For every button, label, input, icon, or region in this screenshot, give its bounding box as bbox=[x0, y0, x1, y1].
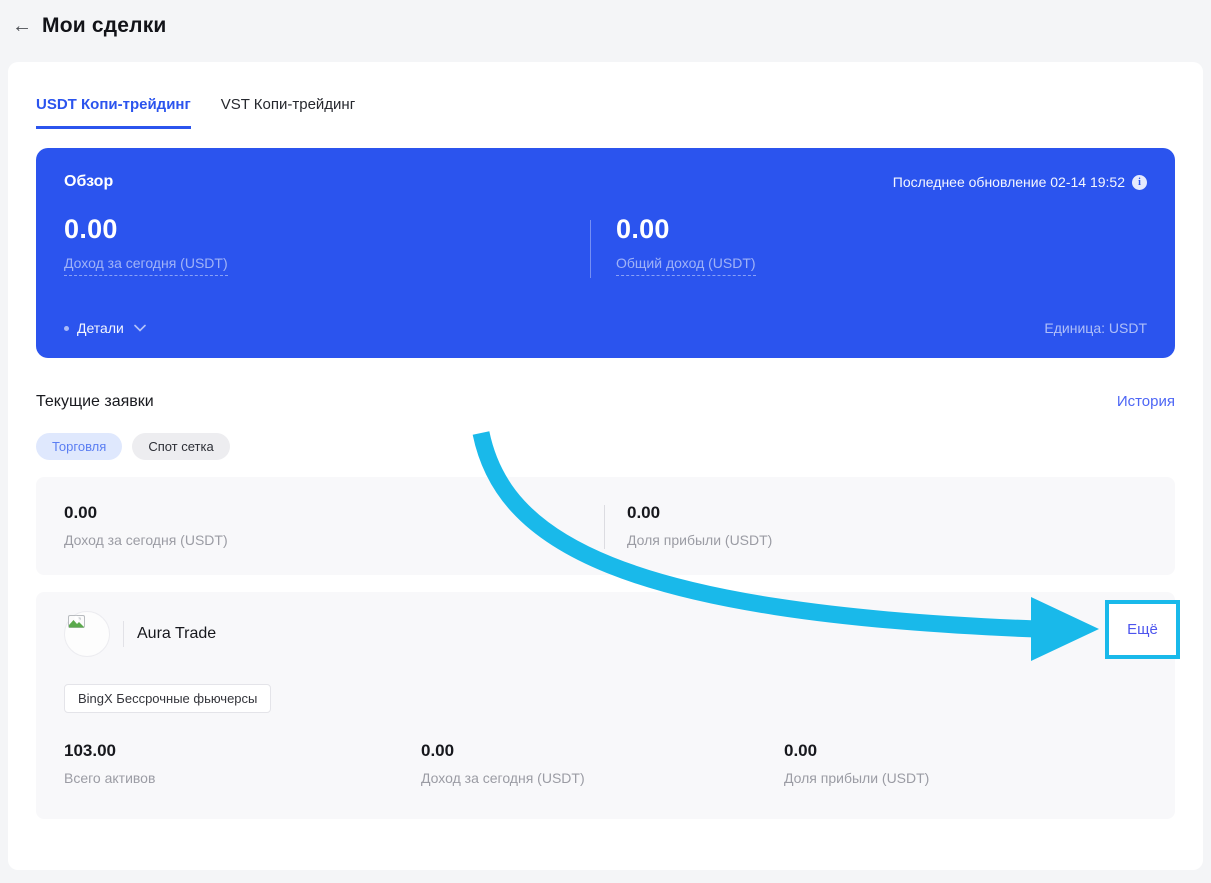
back-icon[interactable]: ← bbox=[12, 16, 32, 36]
stat-value: 0.00 bbox=[627, 503, 661, 522]
more-button[interactable]: Ещё bbox=[1127, 621, 1158, 638]
stat-value: 0.00 bbox=[64, 503, 98, 522]
stat-label[interactable]: Общий доход (USDT) bbox=[616, 255, 756, 276]
stat-label: Доход за сегодня (USDT) bbox=[64, 532, 228, 548]
summary-stat-income-today: 0.00 Доход за сегодня (USDT) bbox=[64, 503, 604, 549]
main-card: USDT Копи-трейдинг VST Копи-трейдинг Обз… bbox=[8, 62, 1203, 870]
last-update: Последнее обновление 02-14 19:52 i bbox=[893, 174, 1147, 190]
trader-stat-profit-share: 0.00 Доля прибыли (USDT) bbox=[784, 741, 929, 786]
name-divider bbox=[123, 621, 124, 647]
tab-vst-copy-trading[interactable]: VST Копи-трейдинг bbox=[221, 96, 355, 129]
broken-image-icon bbox=[68, 615, 85, 628]
info-icon[interactable]: i bbox=[1132, 174, 1147, 190]
stat-total-income: 0.00 Общий доход (USDT) bbox=[591, 214, 756, 278]
stat-value: 0.00 bbox=[616, 214, 670, 244]
stat-label: Доля прибыли (USDT) bbox=[627, 532, 773, 548]
more-button-highlight[interactable]: Ещё bbox=[1105, 600, 1180, 659]
details-toggle[interactable]: Детали bbox=[64, 320, 146, 336]
stat-value: 0.00 bbox=[64, 214, 118, 244]
stat-label[interactable]: Доход за сегодня (USDT) bbox=[64, 255, 228, 276]
trader-card[interactable]: Aura Trade BingX Бессрочные фьючерсы 103… bbox=[36, 592, 1180, 819]
tab-bar: USDT Копи-трейдинг VST Копи-трейдинг bbox=[36, 62, 1175, 129]
stat-value: 0.00 bbox=[784, 741, 818, 760]
trader-stat-total-assets: 103.00 Всего активов bbox=[64, 741, 421, 786]
stat-label: Доля прибыли (USDT) bbox=[784, 770, 930, 786]
trader-stat-income-today: 0.00 Доход за сегодня (USDT) bbox=[421, 741, 784, 786]
stat-value: 103.00 bbox=[64, 741, 116, 760]
summary-stat-profit-share: 0.00 Доля прибыли (USDT) bbox=[605, 503, 772, 549]
section-title-current-orders: Текущие заявки bbox=[36, 393, 154, 410]
trader-badge: BingX Бессрочные фьючерсы bbox=[64, 684, 272, 713]
page-header: ← Мои сделки bbox=[0, 0, 1211, 42]
stat-income-today: 0.00 Доход за сегодня (USDT) bbox=[64, 214, 590, 278]
details-label: Детали bbox=[77, 320, 124, 336]
last-update-text: Последнее обновление 02-14 19:52 bbox=[892, 174, 1125, 190]
stat-label: Всего активов bbox=[64, 770, 156, 786]
chip-trading[interactable]: Торговля bbox=[36, 433, 123, 460]
filter-chips: Торговля Спот сетка bbox=[36, 433, 1175, 460]
chevron-down-icon bbox=[134, 324, 146, 332]
overview-banner: Обзор Последнее обновление 02-14 19:52 i… bbox=[36, 148, 1175, 358]
stat-label: Доход за сегодня (USDT) bbox=[421, 770, 585, 786]
stat-value: 0.00 bbox=[421, 741, 455, 760]
chip-spot-grid[interactable]: Спот сетка bbox=[132, 433, 230, 460]
history-link[interactable]: История bbox=[1117, 393, 1175, 410]
overview-title: Обзор bbox=[64, 173, 114, 190]
trader-avatar bbox=[64, 611, 110, 657]
bullet-icon bbox=[64, 325, 69, 331]
tab-usdt-copy-trading[interactable]: USDT Копи-трейдинг bbox=[36, 96, 191, 129]
page-title: Мои сделки bbox=[42, 14, 167, 37]
unit-label: Единица: USDT bbox=[1044, 320, 1147, 336]
trader-name[interactable]: Aura Trade bbox=[137, 625, 216, 643]
summary-card: 0.00 Доход за сегодня (USDT) 0.00 Доля п… bbox=[36, 477, 1175, 575]
